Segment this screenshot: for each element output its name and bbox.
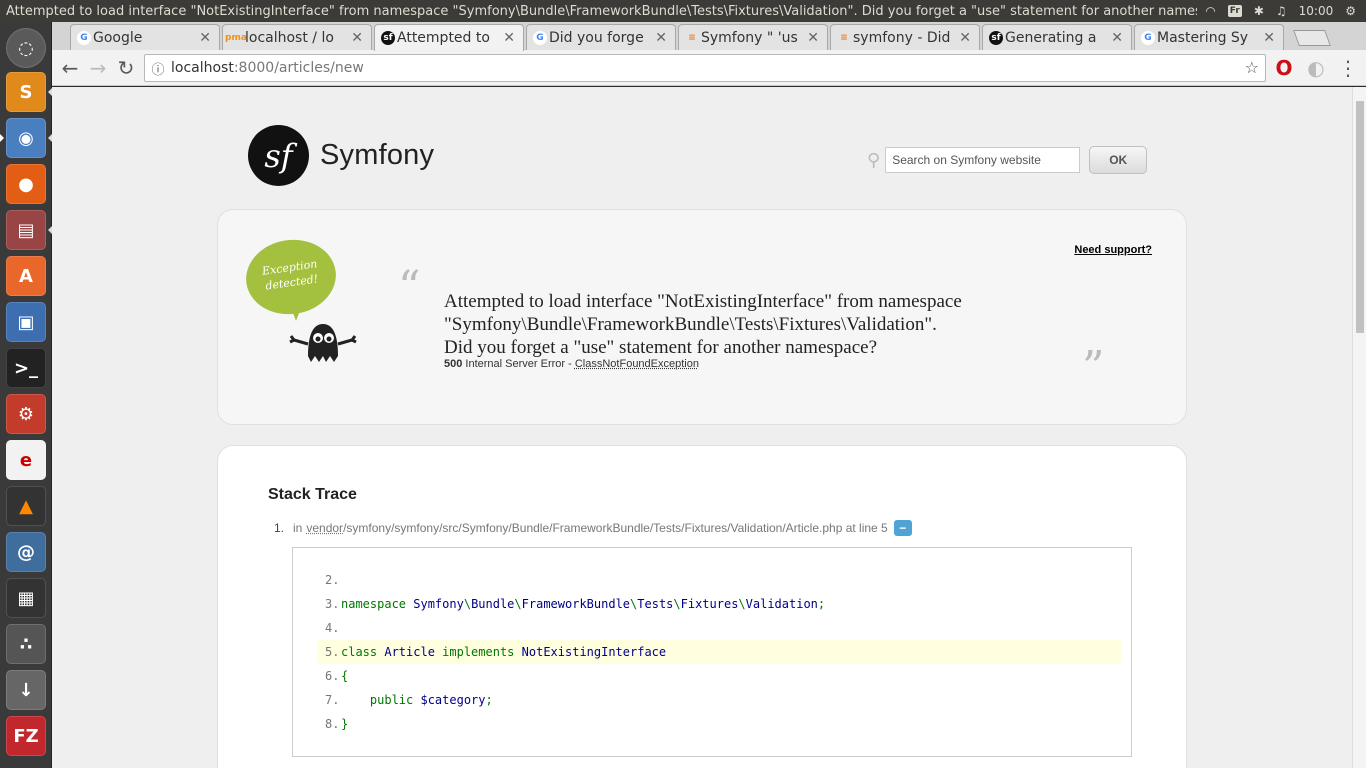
exception-class-link[interactable]: ClassNotFoundException	[575, 358, 699, 370]
virtualbox-icon[interactable]: ▣	[6, 302, 46, 342]
close-icon[interactable]: ✕	[1263, 30, 1275, 46]
trace-item: 1. in vendor/symfony/symfony/src/Symfony…	[274, 520, 912, 536]
tab-mastering[interactable]: G Mastering Sy ✕	[1134, 24, 1284, 50]
unity-launcher: ◌ S ◉ ● ▤ A ▣ >_ ⚙ e ▲ @ ▦ ∴ ↓ FZ	[0, 22, 52, 768]
ghost-mascot-icon	[289, 324, 357, 362]
window-title: Attempted to load interface "NotExisting…	[6, 3, 1198, 19]
search-ok-button[interactable]: OK	[1089, 146, 1148, 174]
tab-attempted[interactable]: sf Attempted to ✕	[374, 24, 524, 51]
power-gear-icon[interactable]: ⚙	[1345, 4, 1356, 18]
page-content: sf Symfony ⚲ OK Need support? Exception …	[52, 87, 1352, 768]
files-icon[interactable]: ▤	[6, 210, 52, 250]
back-arrow-icon[interactable]: ←	[58, 56, 82, 80]
scrollbar-thumb[interactable]	[1356, 101, 1364, 333]
menu-icon[interactable]: ⋮	[1336, 56, 1360, 80]
exception-message: Attempted to load interface "NotExisting…	[444, 291, 962, 358]
software-center-icon[interactable]: A	[6, 256, 46, 296]
extension-icon[interactable]: ◐	[1304, 56, 1328, 80]
code-line: 7. public $category;	[325, 693, 493, 707]
close-icon[interactable]: ✕	[199, 30, 211, 46]
phpmyadmin-icon: pma	[225, 33, 247, 43]
google-icon: G	[77, 31, 91, 45]
clock[interactable]: 10:00	[1299, 4, 1334, 18]
code-excerpt: 2. 3. namespace Symfony \ Bundle \ FrameworkB…	[292, 547, 1132, 757]
dash-home-icon[interactable]: ◌	[6, 28, 46, 68]
google-icon: G	[533, 31, 547, 45]
vlc-icon[interactable]: ▲	[6, 486, 46, 526]
close-icon[interactable]: ✕	[503, 30, 515, 46]
file-path: /symfony/symfony/src/Symfony/Bundle/Fram…	[343, 521, 888, 535]
sublime-text-icon[interactable]: S	[6, 72, 52, 112]
workspaces-icon[interactable]: ▦	[6, 578, 46, 618]
close-icon[interactable]: ✕	[807, 30, 819, 46]
exception-panel: Need support? Exception detected! “ Atte…	[217, 209, 1187, 425]
tab-symfony-did[interactable]: ≡ symfony - Did ✕	[830, 24, 980, 50]
symfony-icon: sf	[381, 31, 395, 45]
opera-extension-icon[interactable]: O	[1272, 56, 1296, 80]
code-line: 2.	[325, 573, 340, 587]
open-quote: “	[398, 262, 421, 313]
system-settings-icon[interactable]: ⚙	[6, 394, 46, 434]
status-code: 500	[444, 358, 463, 370]
system-top-bar: Attempted to load interface "NotExisting…	[0, 0, 1366, 22]
code-line: 3. namespace Symfony \ Bundle \ FrameworkBund…	[325, 597, 826, 611]
close-icon[interactable]: ✕	[1111, 30, 1123, 46]
vendor-link[interactable]: vendor	[306, 521, 343, 535]
page-scrollbar[interactable]	[1352, 87, 1366, 768]
code-line: 8.}	[325, 717, 349, 731]
code-line: 6.{	[325, 669, 349, 683]
symfony-logo-icon: sf	[248, 125, 309, 186]
python-icon[interactable]: ∴	[6, 624, 46, 664]
search-icon: ⚲	[867, 149, 881, 171]
keyboard-layout-indicator[interactable]: Fr	[1227, 5, 1242, 17]
browser-tab-strip: G Google ✕ pma localhost / lo ✕ sf Attempt…	[52, 22, 1366, 51]
tab-symfony-use[interactable]: ≡ Symfony " 'us ✕	[678, 24, 828, 50]
search-input[interactable]	[885, 147, 1081, 173]
site-search: ⚲ OK	[867, 146, 1148, 174]
stack-trace-panel: Stack Trace 1. in vendor/symfony/symfony…	[217, 445, 1187, 768]
close-icon[interactable]: ✕	[655, 30, 667, 46]
stackoverflow-icon: ≡	[840, 33, 848, 43]
close-quote: ”	[1082, 342, 1105, 393]
terminal-icon[interactable]: >_	[6, 348, 46, 388]
google-icon: G	[1141, 31, 1155, 45]
code-line-highlighted: 5. class Article implements NotExistingIn…	[317, 640, 1121, 664]
text-editor-icon[interactable]: e	[6, 440, 46, 480]
close-icon[interactable]: ✕	[959, 30, 971, 46]
site-info-icon[interactable]: ⓘ	[145, 59, 171, 78]
symfony-icon: sf	[989, 31, 1003, 45]
need-support-link[interactable]: Need support?	[1074, 244, 1152, 256]
tab-generating[interactable]: sf Generating a ✕	[982, 24, 1132, 50]
chromium-icon[interactable]: ◉	[0, 118, 52, 158]
firefox-icon[interactable]: ●	[6, 164, 46, 204]
close-icon[interactable]: ✕	[351, 30, 363, 46]
network-app-icon[interactable]: @	[6, 532, 46, 572]
system-tray: ◠ Fr ✱ ♫ 10:00 ⚙	[1197, 4, 1366, 18]
address-bar[interactable]: ⓘ localhost:8000/articles/new ☆	[144, 54, 1266, 82]
symfony-logo[interactable]: sf Symfony	[248, 125, 434, 186]
volume-icon[interactable]: ♫	[1276, 4, 1287, 18]
forward-arrow-icon[interactable]: →	[86, 56, 110, 80]
brand-name: Symfony	[320, 139, 435, 171]
code-line: 4.	[325, 621, 340, 635]
tab-localhost[interactable]: pma localhost / lo ✕	[222, 24, 372, 50]
tab-did-you-forget[interactable]: G Did you forge ✕	[526, 24, 676, 50]
installer-icon[interactable]: ↓	[6, 670, 46, 710]
collapse-toggle-button[interactable]: −	[893, 520, 912, 536]
status-text: Internal Server Error -	[465, 358, 572, 370]
exception-status: 500 Internal Server Error - ClassNotFoun…	[444, 358, 699, 370]
wifi-icon[interactable]: ◠	[1205, 4, 1215, 18]
filezilla-icon[interactable]: FZ	[6, 716, 46, 756]
reload-icon[interactable]: ↻	[114, 56, 138, 80]
bluetooth-icon[interactable]: ✱	[1254, 4, 1264, 18]
browser-toolbar: ← → ↻ ⓘ localhost:8000/articles/new ☆ O …	[52, 50, 1366, 86]
new-tab-button[interactable]	[1293, 30, 1331, 46]
stackoverflow-icon: ≡	[688, 33, 696, 43]
tab-google[interactable]: G Google ✕	[70, 24, 220, 50]
bookmark-star-icon[interactable]: ☆	[1245, 58, 1259, 77]
stack-trace-title: Stack Trace	[268, 486, 357, 503]
